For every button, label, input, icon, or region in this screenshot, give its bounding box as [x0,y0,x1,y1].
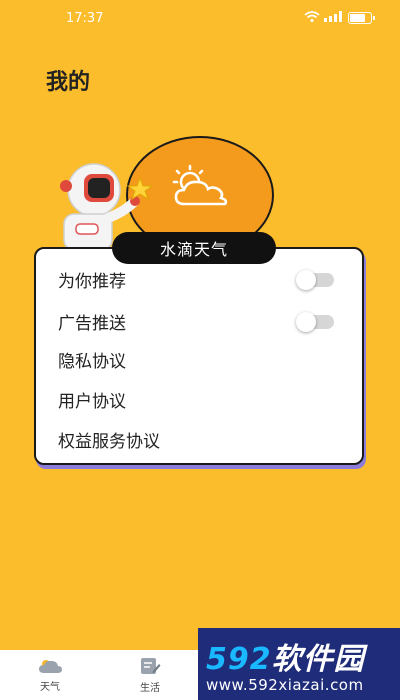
cloud-icon [39,660,62,673]
status-icons [304,10,375,26]
watermark-logo: 592软件园 [206,634,365,678]
tab-life[interactable]: 生活 [100,650,200,700]
status-time: 17:37 [66,10,104,26]
tab-label: 生活 [140,683,160,694]
menu-item-label: 为你推荐 [58,272,126,292]
menu-item-recommend[interactable]: 为你推荐 [58,267,334,292]
recommend-toggle[interactable] [296,269,334,290]
ad-push-toggle[interactable] [296,311,334,332]
note-edit-icon [141,658,161,674]
menu-item-user-agreement[interactable]: 用户协议 [58,387,334,412]
menu-item-label: 隐私协议 [58,352,126,372]
menu-item-label: 权益服务协议 [58,432,160,452]
signal-icon [324,11,344,25]
tab-label: 天气 [40,682,60,693]
watermark-logo-text: 软件园 [271,642,365,677]
sun-cloud-icon [172,164,228,206]
menu-item-label: 广告推送 [58,314,126,334]
menu-item-ad-push[interactable]: 广告推送 [58,309,334,334]
app-name-label: 水滴天气 [112,232,276,264]
watermark-logo-number: 592 [206,642,272,677]
watermark-banner: 592软件园 www.592xiazai.com [198,628,400,700]
settings-menu-card: 为你推荐 广告推送 隐私协议 用户协议 权益服务协议 [34,247,364,465]
menu-item-label: 用户协议 [58,392,126,412]
watermark-url: www.592xiazai.com [206,676,364,694]
page-title: 我的 [46,70,91,95]
wifi-icon [304,10,320,26]
menu-item-privacy[interactable]: 隐私协议 [58,347,334,372]
battery-icon [348,12,375,24]
tab-weather[interactable]: 天气 [0,650,100,700]
status-bar: 17:37 [0,0,400,36]
menu-item-rights-service[interactable]: 权益服务协议 [58,427,334,452]
